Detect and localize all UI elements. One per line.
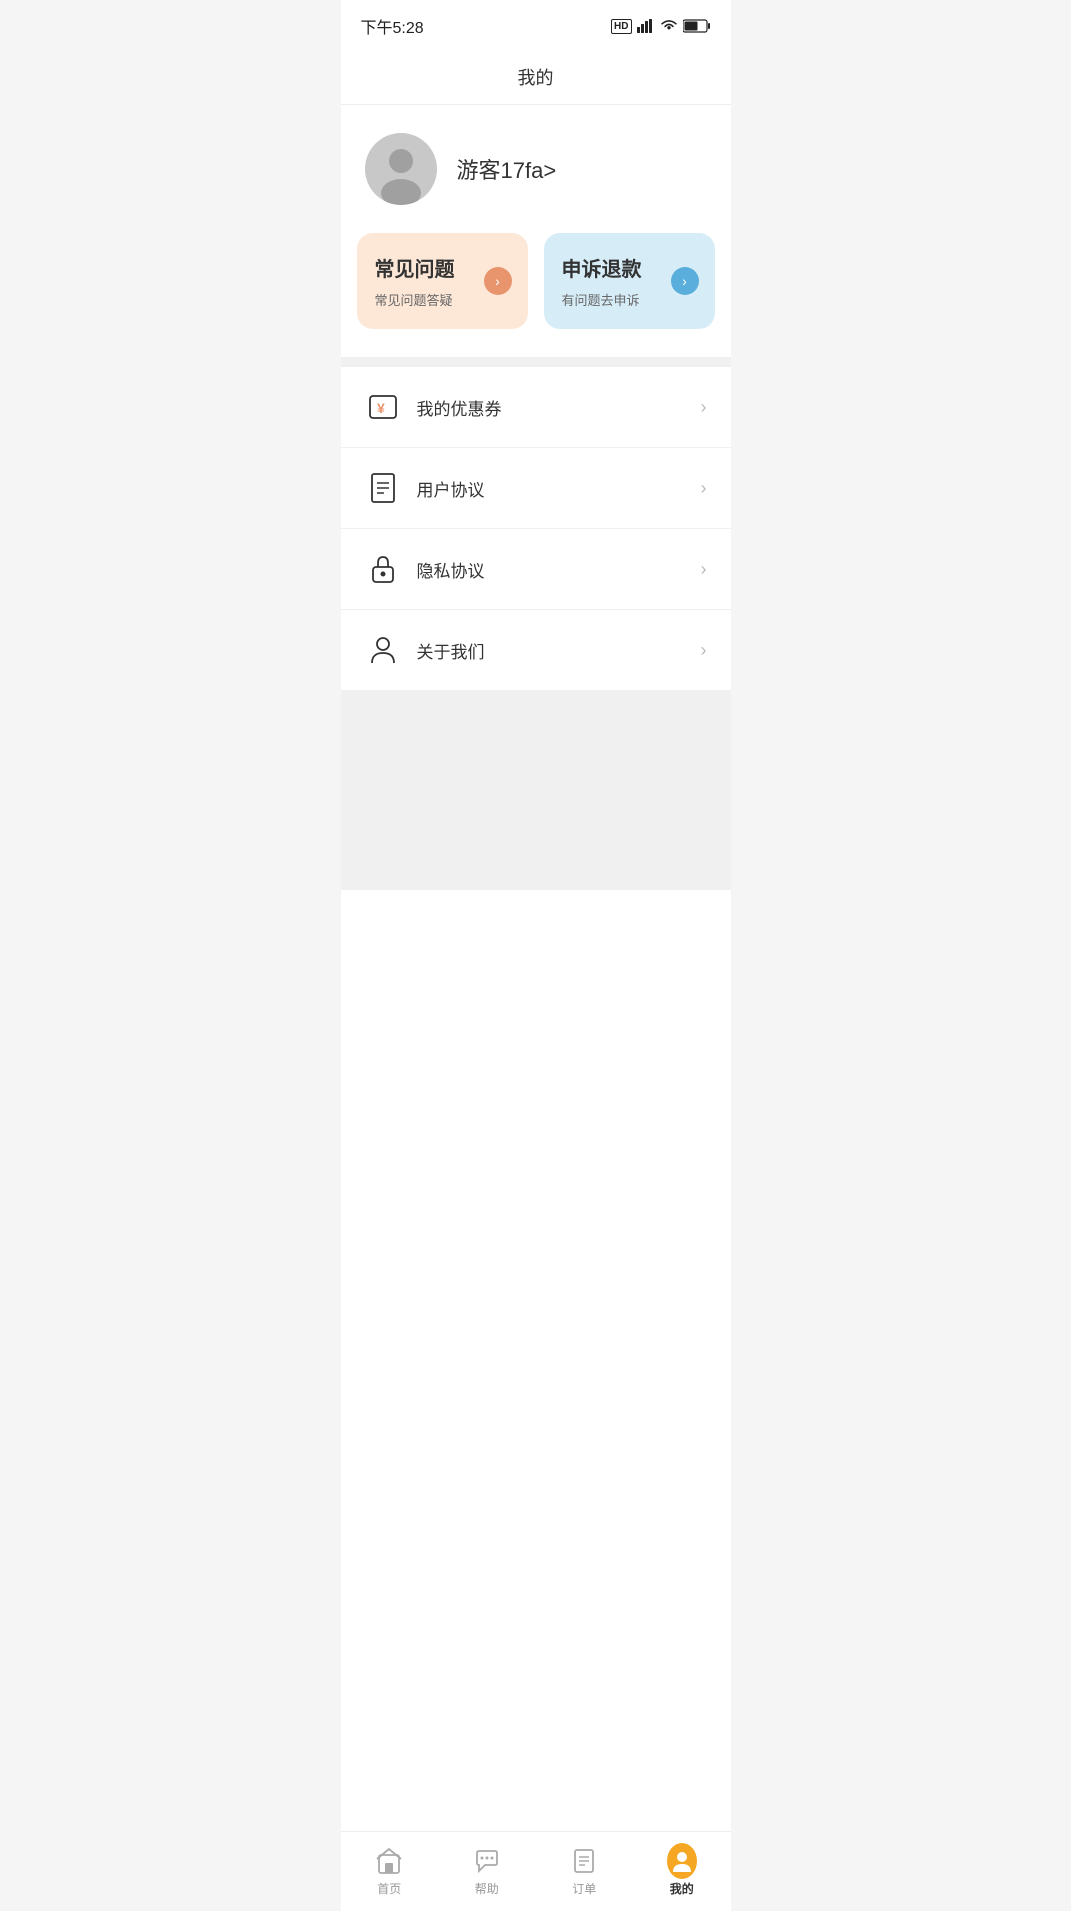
menu-item-privacy[interactable]: 隐私协议 › <box>341 529 731 610</box>
svg-text:¥: ¥ <box>377 400 385 416</box>
nav-item-mine[interactable]: 我的 <box>633 1832 731 1911</box>
wifi-icon <box>660 19 678 33</box>
page-header: 我的 <box>341 48 731 105</box>
section-divider <box>341 357 731 367</box>
privacy-chevron: › <box>701 559 707 580</box>
username: 游客17fa> <box>457 153 557 185</box>
help-icon <box>472 1846 502 1876</box>
coupon-label: 我的优惠券 <box>417 395 701 420</box>
coupon-icon: ¥ <box>365 389 401 425</box>
mine-label: 我的 <box>670 1880 694 1897</box>
doc-icon <box>365 470 401 506</box>
bottom-nav: 首页 帮助 订单 <box>341 1831 731 1911</box>
menu-list: ¥ 我的优惠券 › 用户协议 › <box>341 367 731 690</box>
about-label: 关于我们 <box>417 638 701 663</box>
faq-card[interactable]: 常见问题 常见问题答疑 › <box>357 233 528 329</box>
status-bar: 下午5:28 HD <box>341 0 731 48</box>
avatar <box>365 133 437 205</box>
agreement-label: 用户协议 <box>417 476 701 501</box>
menu-item-agreement[interactable]: 用户协议 › <box>341 448 731 529</box>
coupon-chevron: › <box>701 397 707 418</box>
about-chevron: › <box>701 640 707 661</box>
help-label: 帮助 <box>475 1880 499 1897</box>
mine-icon <box>667 1846 697 1876</box>
menu-item-about[interactable]: 关于我们 › <box>341 610 731 690</box>
battery-icon <box>683 19 711 33</box>
faq-card-arrow: › <box>484 267 512 295</box>
privacy-label: 隐私协议 <box>417 557 701 582</box>
cards-section: 常见问题 常见问题答疑 › 申诉退款 有问题去申诉 › <box>341 233 731 357</box>
nav-item-home[interactable]: 首页 <box>341 1832 439 1911</box>
appeal-card-arrow: › <box>671 267 699 295</box>
home-icon <box>374 1846 404 1876</box>
lock-icon <box>365 551 401 587</box>
nav-item-order[interactable]: 订单 <box>536 1832 634 1911</box>
nav-item-help[interactable]: 帮助 <box>438 1832 536 1911</box>
gray-fill-area <box>341 690 731 890</box>
agreement-chevron: › <box>701 478 707 499</box>
signal-icon <box>637 19 655 33</box>
order-label: 订单 <box>572 1880 596 1897</box>
order-icon <box>569 1846 599 1876</box>
person-icon <box>365 632 401 668</box>
appeal-card[interactable]: 申诉退款 有问题去申诉 › <box>544 233 715 329</box>
page-title: 我的 <box>518 68 554 88</box>
menu-item-coupon[interactable]: ¥ 我的优惠券 › <box>341 367 731 448</box>
profile-section[interactable]: 游客17fa> <box>341 105 731 233</box>
home-label: 首页 <box>377 1880 401 1897</box>
hd-badge: HD <box>611 19 631 34</box>
status-time: 下午5:28 <box>361 14 424 38</box>
status-icons: HD <box>611 19 710 34</box>
